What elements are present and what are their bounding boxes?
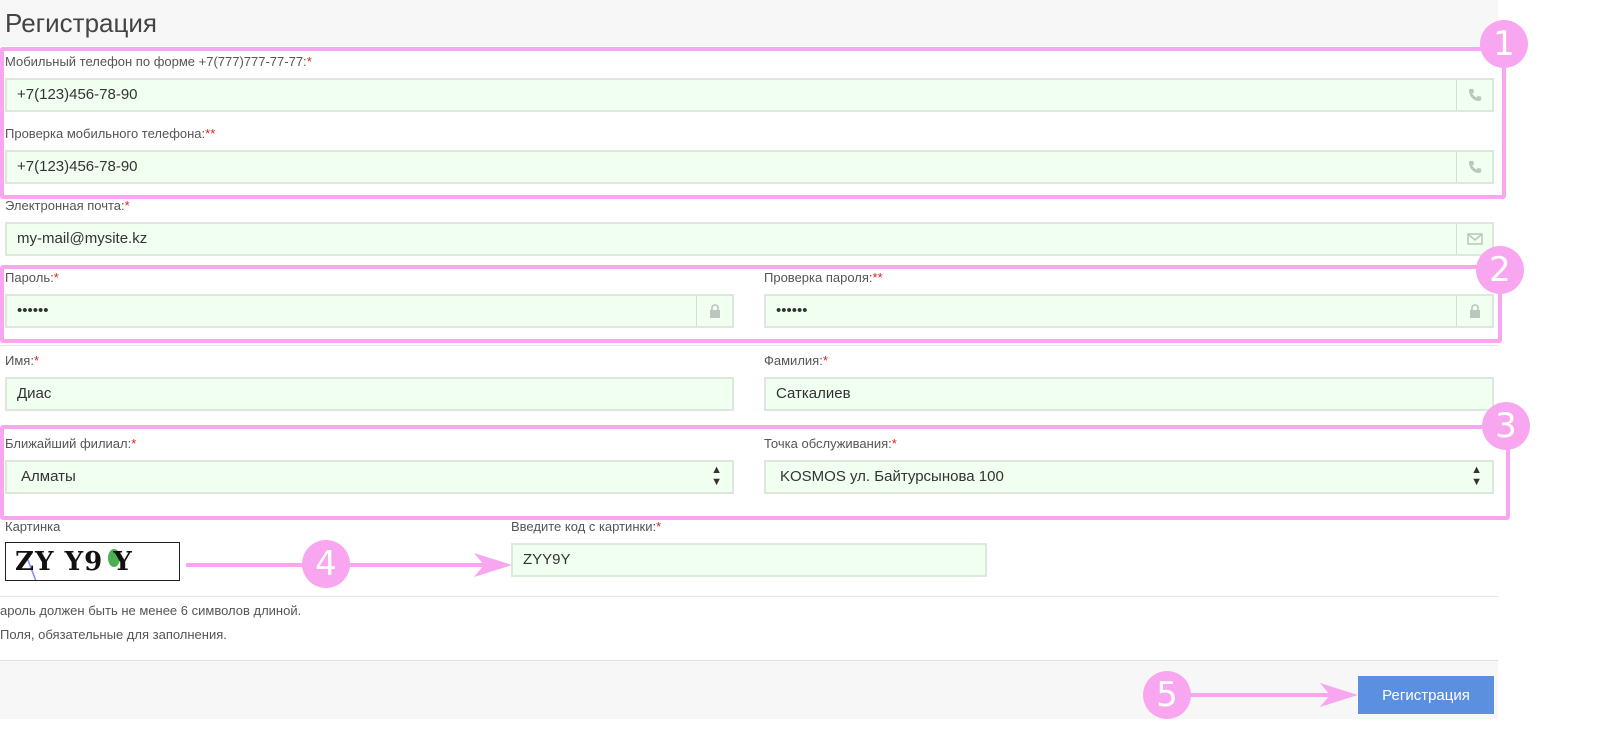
annotation-badge-4: 4 bbox=[302, 540, 350, 588]
captcha-label: Картинка bbox=[5, 519, 61, 534]
captcha-input-label: Введите код с картинки:* bbox=[511, 519, 662, 534]
last-name-input[interactable]: Саткалиев bbox=[764, 377, 1494, 411]
highlight-box-3 bbox=[0, 425, 1510, 520]
register-button[interactable]: Регистрация bbox=[1358, 676, 1494, 714]
annotation-badge-1: 1 bbox=[1480, 20, 1528, 68]
footer-bar bbox=[0, 660, 1498, 719]
divider bbox=[0, 345, 1498, 346]
first-name-label: Имя:* bbox=[5, 353, 39, 368]
highlight-box-2 bbox=[0, 265, 1502, 343]
arrow-head-icon bbox=[474, 553, 512, 577]
annotation-badge-3: 3 bbox=[1482, 402, 1530, 450]
divider bbox=[0, 596, 1498, 597]
header-bar bbox=[0, 0, 1498, 46]
annotation-line bbox=[186, 563, 304, 567]
email-label: Электронная почта:* bbox=[5, 198, 130, 213]
annotation-arrow-5 bbox=[1190, 693, 1340, 697]
password-rule-note: ароль должен быть не менее 6 символов дл… bbox=[0, 603, 302, 618]
annotation-badge-2: 2 bbox=[1476, 246, 1524, 294]
highlight-box-1 bbox=[0, 47, 1506, 199]
arrow-head-icon bbox=[1320, 683, 1358, 707]
email-input[interactable]: my-mail@mysite.kz bbox=[5, 222, 1494, 256]
captcha-input[interactable]: ZYY9Y bbox=[511, 543, 987, 577]
last-name-label: Фамилия:* bbox=[764, 353, 828, 368]
first-name-input[interactable]: Диас bbox=[5, 377, 734, 411]
captcha-image: ZY Y9 Y bbox=[5, 542, 180, 581]
required-fields-note: Поля, обязательные для заполнения. bbox=[0, 627, 227, 642]
annotation-badge-5: 5 bbox=[1143, 671, 1191, 719]
annotation-arrow-4 bbox=[349, 563, 491, 567]
page-title: Регистрация bbox=[5, 8, 157, 38]
